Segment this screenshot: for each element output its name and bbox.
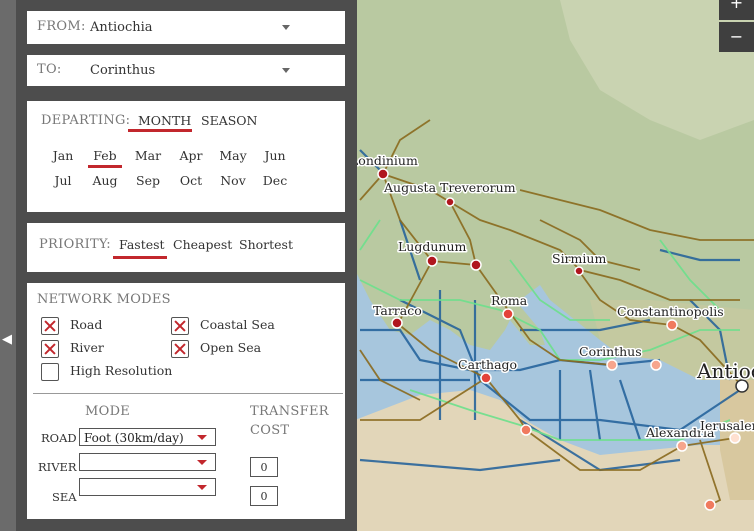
priority-fastest-underline xyxy=(113,256,167,259)
city-label-lugdunum: Lugdunum xyxy=(398,239,467,254)
cost-header: COST xyxy=(250,423,290,438)
city-label-roma: Roma xyxy=(491,293,528,308)
network-modes-title: NETWORK MODES xyxy=(37,292,171,307)
city-label-augusta-treverorum: Augusta Treverorum xyxy=(383,180,516,195)
month-jan[interactable]: Jan xyxy=(43,148,83,163)
high-resolution-checkbox[interactable] xyxy=(41,363,59,381)
priority-fastest[interactable]: Fastest xyxy=(119,237,165,252)
from-label: FROM: xyxy=(37,19,86,34)
road-mode-label: ROAD xyxy=(41,431,77,445)
from-value: Antiochia xyxy=(90,20,153,35)
to-value: Corinthus xyxy=(90,63,156,78)
month-dec[interactable]: Dec xyxy=(255,173,295,188)
chevron-left-icon: ◀ xyxy=(2,332,12,347)
dropdown-caret-icon xyxy=(197,485,207,490)
mode-header: MODE xyxy=(85,404,131,419)
priority-cheapest[interactable]: Cheapest xyxy=(173,237,232,252)
to-field[interactable]: TO: Corinthus xyxy=(27,55,345,86)
month-oct[interactable]: Oct xyxy=(171,173,211,188)
month-jun[interactable]: Jun xyxy=(255,148,295,163)
month-mar[interactable]: Mar xyxy=(128,148,168,163)
city-label-ierusalem: Ierusalem xyxy=(700,418,754,433)
road-mode-select[interactable]: Foot (30km/day) xyxy=(79,428,216,446)
month-aug[interactable]: Aug xyxy=(85,173,125,188)
city-label-antiochia: Antiochia xyxy=(696,359,754,383)
sea-transfer-cost-input[interactable]: 0 xyxy=(250,486,278,506)
coastal-sea-label: Coastal Sea xyxy=(200,317,275,332)
river-label: River xyxy=(70,340,104,355)
network-section: NETWORK MODES Road Coastal Sea River Ope… xyxy=(27,283,345,519)
priority-shortest[interactable]: Shortest xyxy=(239,237,293,252)
month-apr[interactable]: Apr xyxy=(171,148,211,163)
sea-mode-select[interactable] xyxy=(79,478,216,496)
river-mode-select[interactable] xyxy=(79,453,216,471)
zoom-out-button[interactable]: − xyxy=(719,22,754,52)
dropdown-caret-icon xyxy=(197,460,207,465)
city-label-sirmium: Sirmium xyxy=(552,251,606,266)
section-divider xyxy=(33,393,343,394)
dropdown-caret-icon xyxy=(197,435,207,440)
departing-section: DEPARTING: MONTH SEASON Jan Feb Mar Apr … xyxy=(27,101,345,212)
from-field[interactable]: FROM: Antiochia xyxy=(27,11,345,44)
chevron-down-icon xyxy=(282,25,290,30)
month-nov[interactable]: Nov xyxy=(213,173,253,188)
city-label-constantinopolis: Constantinopolis xyxy=(617,304,724,319)
to-label: TO: xyxy=(37,62,62,77)
transfer-header: TRANSFER xyxy=(250,404,329,419)
month-may[interactable]: May xyxy=(213,148,253,163)
coastal-sea-checkbox[interactable] xyxy=(171,317,189,335)
river-mode-label: RIVER xyxy=(38,460,77,474)
departing-label: DEPARTING: xyxy=(41,113,131,128)
open-sea-label: Open Sea xyxy=(200,340,262,355)
tab-month[interactable]: MONTH xyxy=(138,113,191,128)
river-transfer-cost-input[interactable]: 0 xyxy=(250,457,278,477)
collapse-panel-button[interactable]: ◀ xyxy=(0,0,16,531)
route-planner-panel: FROM: Antiochia TO: Corinthus DEPARTING:… xyxy=(16,0,357,531)
city-label-tarraco: Tarraco xyxy=(373,303,422,318)
month-feb-underline xyxy=(88,165,122,168)
road-label: Road xyxy=(70,317,103,332)
priority-label: PRIORITY: xyxy=(39,237,111,252)
city-label-corinthus: Corinthus xyxy=(579,344,642,359)
month-sep[interactable]: Sep xyxy=(128,173,168,188)
sea-mode-label: SEA xyxy=(52,490,77,504)
road-mode-value: Foot (30km/day) xyxy=(84,431,184,445)
priority-section: PRIORITY: Fastest Cheapest Shortest xyxy=(27,223,345,272)
zoom-in-button[interactable]: + xyxy=(719,0,754,20)
tab-month-underline xyxy=(128,129,192,132)
month-jul[interactable]: Jul xyxy=(43,173,83,188)
chevron-down-icon xyxy=(282,68,290,73)
city-label-carthago: Carthago xyxy=(458,357,517,372)
river-checkbox[interactable] xyxy=(41,340,59,358)
road-checkbox[interactable] xyxy=(41,317,59,335)
tab-season[interactable]: SEASON xyxy=(201,113,257,128)
city-label-londinium: Londinium xyxy=(350,153,418,168)
high-resolution-label: High Resolution xyxy=(70,363,173,378)
month-feb[interactable]: Feb xyxy=(85,148,125,163)
open-sea-checkbox[interactable] xyxy=(171,340,189,358)
